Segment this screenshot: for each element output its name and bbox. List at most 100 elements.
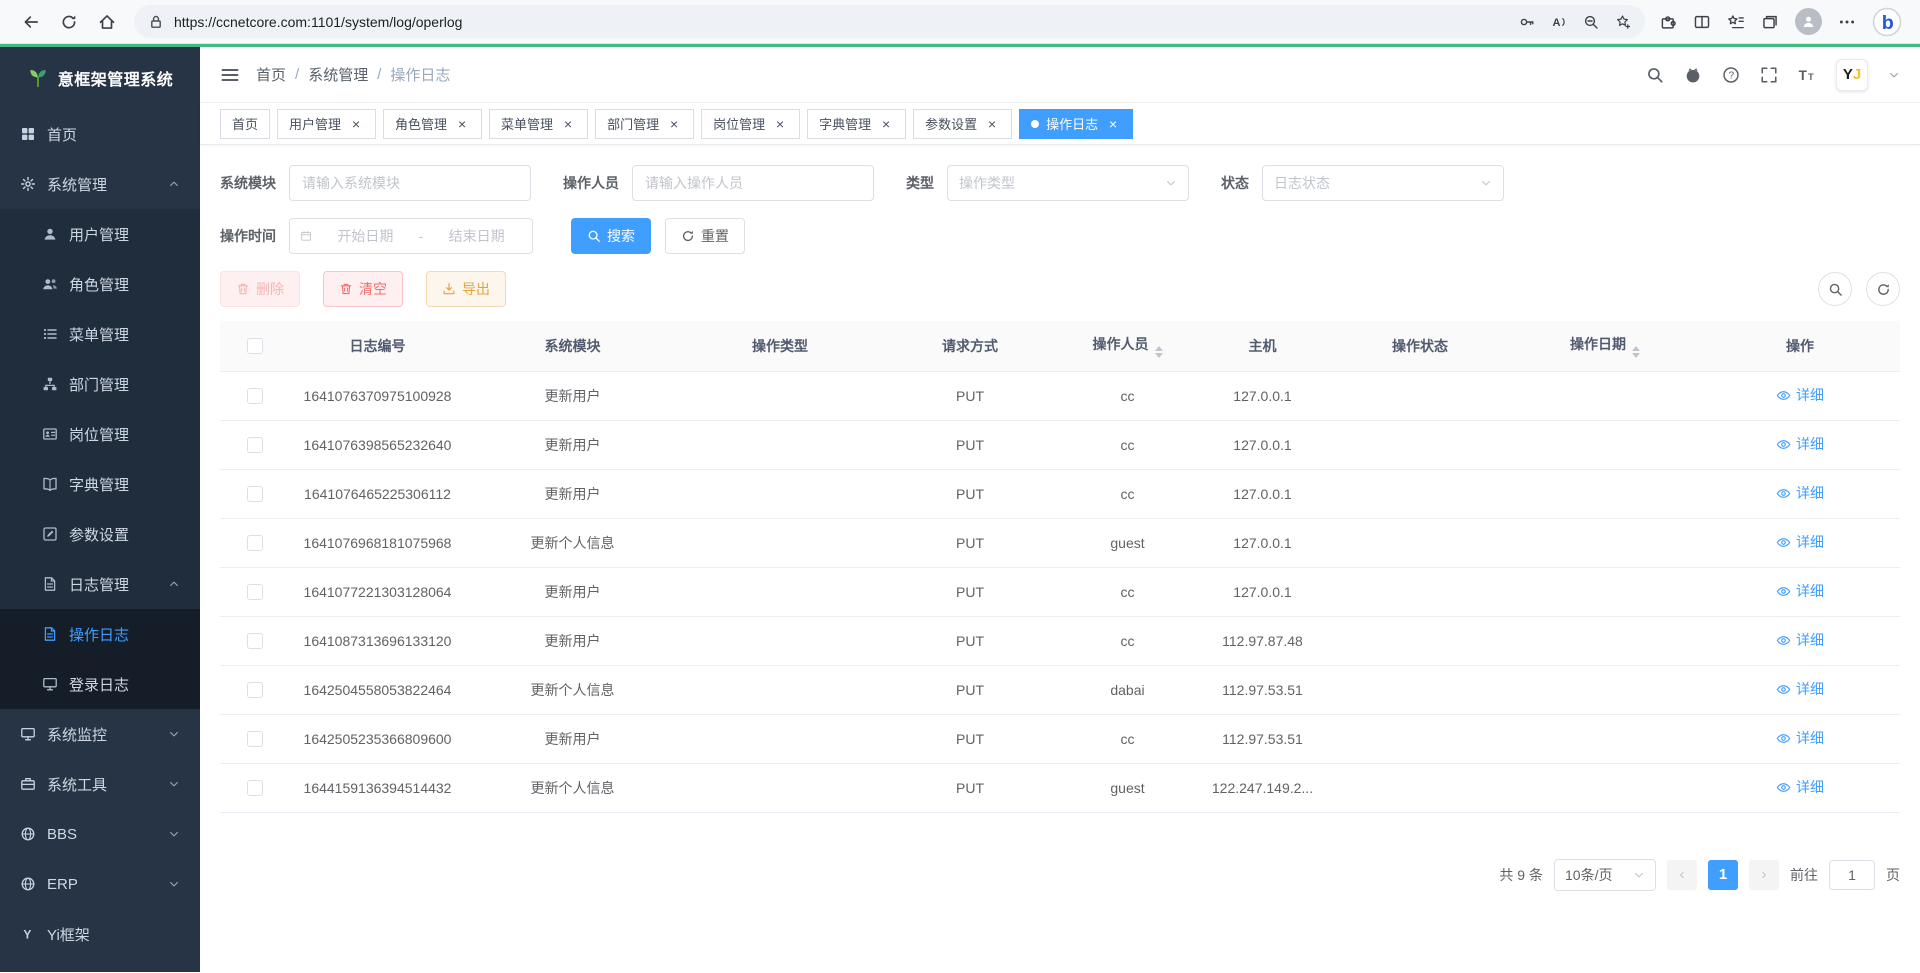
reset-button[interactable]: 重置 — [665, 218, 745, 254]
detail-link[interactable]: 详细 — [1776, 483, 1824, 503]
app-logo[interactable]: 意框架管理系统 — [0, 47, 200, 109]
row-checkbox[interactable] — [247, 535, 263, 551]
sidebar-item-home[interactable]: 首页 — [0, 109, 200, 159]
row-checkbox[interactable] — [247, 437, 263, 453]
sidebar-item-yi-framework[interactable]: Yi框架 — [0, 909, 200, 959]
module-input[interactable] — [289, 165, 531, 201]
col-operator[interactable]: 操作人员 — [1060, 321, 1195, 371]
date-range-picker[interactable]: 开始日期 - 结束日期 — [289, 218, 533, 254]
tab-close-icon[interactable]: × — [878, 116, 894, 132]
browser-menu-icon[interactable] — [1838, 13, 1856, 31]
sidebar-item-bbs[interactable]: BBS — [0, 809, 200, 859]
sidebar-item-login-log[interactable]: 登录日志 — [0, 659, 200, 709]
breadcrumb-home[interactable]: 首页 — [256, 64, 286, 85]
delete-button[interactable]: 删除 — [220, 271, 300, 307]
page-number-button[interactable]: 1 — [1708, 860, 1738, 890]
tab-operation-log[interactable]: 操作日志× — [1019, 109, 1133, 139]
row-checkbox[interactable] — [247, 731, 263, 747]
sidebar-item-erp[interactable]: ERP — [0, 859, 200, 909]
search-button[interactable]: 搜索 — [571, 218, 651, 254]
read-aloud-icon[interactable] — [1551, 14, 1567, 30]
sidebar-item-param-settings[interactable]: 参数设置 — [0, 509, 200, 559]
sidebar-item-post-mgmt[interactable]: 岗位管理 — [0, 409, 200, 459]
add-favorite-icon[interactable] — [1615, 14, 1631, 30]
password-key-icon[interactable] — [1519, 14, 1535, 30]
tab-home[interactable]: 首页 — [220, 109, 270, 139]
detail-link[interactable]: 详细 — [1776, 728, 1824, 748]
tab-menu-mgmt[interactable]: 菜单管理× — [489, 109, 588, 139]
prev-page-button[interactable]: ‹ — [1667, 860, 1697, 890]
tab-user-mgmt[interactable]: 用户管理× — [277, 109, 376, 139]
col-date[interactable]: 操作日期 — [1510, 321, 1700, 371]
fullscreen-button[interactable] — [1760, 66, 1778, 84]
sidebar-item-user-mgmt[interactable]: 用户管理 — [0, 209, 200, 259]
chevron-down-icon[interactable] — [1888, 69, 1900, 81]
row-checkbox[interactable] — [247, 633, 263, 649]
status-select[interactable]: 日志状态 — [1262, 165, 1504, 201]
row-checkbox[interactable] — [247, 584, 263, 600]
detail-link[interactable]: 详细 — [1776, 581, 1824, 601]
row-checkbox[interactable] — [247, 780, 263, 796]
page-size-select[interactable]: 10条/页 — [1554, 859, 1656, 891]
browser-back-button[interactable] — [14, 5, 48, 39]
user-avatar-logo[interactable]: YJ — [1836, 59, 1868, 91]
sidebar-item-system-mgmt[interactable]: 系统管理 — [0, 159, 200, 209]
browser-profile-avatar[interactable] — [1795, 8, 1822, 35]
detail-link[interactable]: 详细 — [1776, 777, 1824, 797]
favorites-icon[interactable] — [1727, 13, 1745, 31]
goto-page-input[interactable] — [1829, 860, 1875, 890]
export-button[interactable]: 导出 — [426, 271, 506, 307]
row-checkbox[interactable] — [247, 486, 263, 502]
clear-button[interactable]: 清空 — [323, 271, 403, 307]
breadcrumb-system-mgmt[interactable]: 系统管理 — [308, 64, 368, 85]
row-checkbox[interactable] — [247, 388, 263, 404]
tab-param-settings[interactable]: 参数设置× — [913, 109, 1012, 139]
sort-icon[interactable] — [1632, 346, 1640, 358]
collections-icon[interactable] — [1761, 13, 1779, 31]
font-size-button[interactable] — [1798, 66, 1816, 84]
select-all-checkbox[interactable] — [247, 338, 263, 354]
sort-icon[interactable] — [1155, 346, 1163, 358]
tab-close-icon[interactable]: × — [348, 116, 364, 132]
detail-link[interactable]: 详细 — [1776, 679, 1824, 699]
sidebar-item-role-mgmt[interactable]: 角色管理 — [0, 259, 200, 309]
sidebar-item-system-monitor[interactable]: 系统监控 — [0, 709, 200, 759]
copilot-bing-icon[interactable] — [1872, 7, 1902, 37]
zoom-out-icon[interactable] — [1583, 14, 1599, 30]
tab-close-icon[interactable]: × — [560, 116, 576, 132]
browser-refresh-button[interactable] — [52, 5, 86, 39]
row-checkbox[interactable] — [247, 682, 263, 698]
refresh-table-button[interactable] — [1866, 272, 1900, 306]
type-select[interactable]: 操作类型 — [947, 165, 1189, 201]
sidebar-item-system-tools[interactable]: 系统工具 — [0, 759, 200, 809]
browser-home-button[interactable] — [90, 5, 124, 39]
operator-input[interactable] — [632, 165, 874, 201]
tab-close-icon[interactable]: × — [984, 116, 1000, 132]
sidebar-item-log-mgmt[interactable]: 日志管理 — [0, 559, 200, 609]
tab-role-mgmt[interactable]: 角色管理× — [383, 109, 482, 139]
tab-close-icon[interactable]: × — [772, 116, 788, 132]
help-button[interactable] — [1722, 66, 1740, 84]
detail-link[interactable]: 详细 — [1776, 630, 1824, 650]
sidebar-collapse-button[interactable] — [220, 65, 240, 85]
sidebar-item-dept-mgmt[interactable]: 部门管理 — [0, 359, 200, 409]
header-search-button[interactable] — [1646, 66, 1664, 84]
tab-close-icon[interactable]: × — [666, 116, 682, 132]
address-bar[interactable]: https://ccnetcore.com:1101/system/log/op… — [134, 5, 1645, 38]
tab-dict-mgmt[interactable]: 字典管理× — [807, 109, 906, 139]
github-button[interactable] — [1684, 66, 1702, 84]
next-page-button[interactable]: › — [1749, 860, 1779, 890]
tab-close-icon[interactable]: × — [454, 116, 470, 132]
tab-close-icon[interactable]: × — [1105, 116, 1121, 132]
sidebar-item-dict-mgmt[interactable]: 字典管理 — [0, 459, 200, 509]
tab-dept-mgmt[interactable]: 部门管理× — [595, 109, 694, 139]
detail-link[interactable]: 详细 — [1776, 532, 1824, 552]
detail-link[interactable]: 详细 — [1776, 385, 1824, 405]
detail-link[interactable]: 详细 — [1776, 434, 1824, 454]
split-screen-icon[interactable] — [1693, 13, 1711, 31]
toggle-search-button[interactable] — [1818, 272, 1852, 306]
sidebar-item-operation-log[interactable]: 操作日志 — [0, 609, 200, 659]
tab-post-mgmt[interactable]: 岗位管理× — [701, 109, 800, 139]
sidebar-item-menu-mgmt[interactable]: 菜单管理 — [0, 309, 200, 359]
extensions-icon[interactable] — [1659, 13, 1677, 31]
